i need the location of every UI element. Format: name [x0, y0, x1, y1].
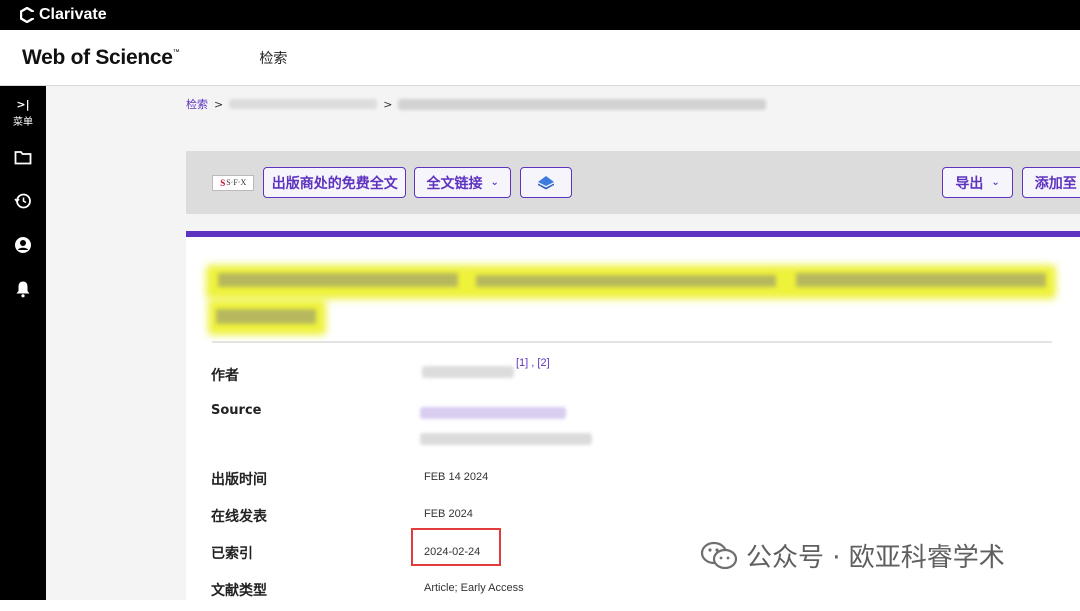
affiliation-ref-links[interactable]: [1] , [2] — [516, 357, 550, 369]
breadcrumb-separator: > — [214, 97, 224, 111]
field-label-source: Source — [211, 403, 262, 418]
wechat-icon — [700, 541, 738, 569]
record-toolbar: S S·F·X 出版商处的免费全文 全文链接 ⌄ 导出 ⌄ 添加至 — [186, 151, 1080, 214]
sfx-link-button[interactable]: S S·F·X — [212, 174, 255, 191]
fulltext-links-dropdown[interactable]: 全文链接 ⌄ — [414, 167, 512, 198]
breadcrumb-separator: > — [383, 97, 393, 111]
user-icon[interactable] — [12, 234, 34, 256]
breadcrumb-query-redacted[interactable] — [229, 99, 378, 109]
breadcrumb: 检索 > > — [186, 96, 767, 112]
field-label-authors: 作者 — [211, 368, 239, 384]
free-fulltext-label: 出版商处的免费全文 — [271, 175, 398, 192]
app-header: Web of Science™ 检索 — [0, 30, 1080, 86]
field-label-published: 出版时间 — [211, 472, 267, 488]
breadcrumb-record-redacted — [398, 98, 767, 110]
export-label: 导出 — [955, 175, 984, 192]
menu-toggle-button[interactable]: >| 菜单 — [13, 98, 33, 128]
left-sidebar: >| 菜单 — [0, 86, 46, 600]
published-date: FEB 14 2024 — [424, 471, 489, 483]
endnote-button[interactable] — [520, 167, 573, 198]
field-label-doc-type: 文献类型 — [211, 583, 267, 599]
expand-icon: >| — [16, 98, 30, 111]
title-divider — [212, 341, 1052, 343]
nav-search-link[interactable]: 检索 — [259, 48, 287, 68]
source-details-redacted — [420, 433, 592, 445]
sfx-label: S·F·X — [226, 178, 247, 187]
folder-icon[interactable] — [12, 146, 34, 168]
brand-name: Clarivate — [39, 6, 107, 23]
bell-icon[interactable] — [12, 278, 34, 300]
field-label-indexed: 已索引 — [211, 546, 253, 562]
brand-bar: Clarivate — [0, 0, 1080, 30]
endnote-diamond-icon — [538, 175, 555, 189]
history-icon[interactable] — [12, 190, 34, 212]
source-journal-redacted[interactable] — [420, 407, 566, 419]
fulltext-links-label: 全文链接 — [426, 175, 483, 192]
chevron-down-icon: ⌄ — [490, 177, 499, 188]
menu-label: 菜单 — [13, 117, 33, 128]
add-to-label: 添加至 — [1034, 175, 1077, 192]
free-fulltext-button[interactable]: 出版商处的免费全文 — [263, 167, 406, 198]
export-dropdown[interactable]: 导出 ⌄ — [942, 167, 1013, 198]
document-type: Article; Early Access — [424, 582, 524, 594]
field-label-online: 在线发表 — [211, 509, 267, 525]
author-affiliation-refs[interactable]: [1] , [2] — [516, 357, 550, 369]
chevron-down-icon: ⌄ — [991, 177, 1000, 188]
online-date: FEB 2024 — [424, 508, 473, 520]
main-content: 检索 > > SS·F·X 出版商处的免费全文 全文链接 ⌄ 导出 ⌄ 添加至 — [46, 86, 1080, 611]
trademark-symbol: ™ — [172, 48, 180, 56]
clarivate-logo[interactable]: Clarivate — [20, 6, 107, 24]
add-to-list-button[interactable]: 添加至 — [1021, 167, 1080, 198]
product-logo[interactable]: Web of Science™ — [22, 45, 180, 70]
product-name: Web of Science — [22, 45, 173, 69]
clarivate-mark-icon — [20, 7, 34, 23]
watermark-text: 公众号 · 欧亚科睿学术 — [746, 543, 1005, 573]
wechat-watermark: 公众号 · 欧亚科睿学术 — [700, 537, 1005, 574]
breadcrumb-search-link[interactable]: 检索 — [186, 96, 208, 112]
indexed-date-annotation-box — [411, 528, 501, 566]
authors-redacted[interactable] — [422, 366, 514, 378]
